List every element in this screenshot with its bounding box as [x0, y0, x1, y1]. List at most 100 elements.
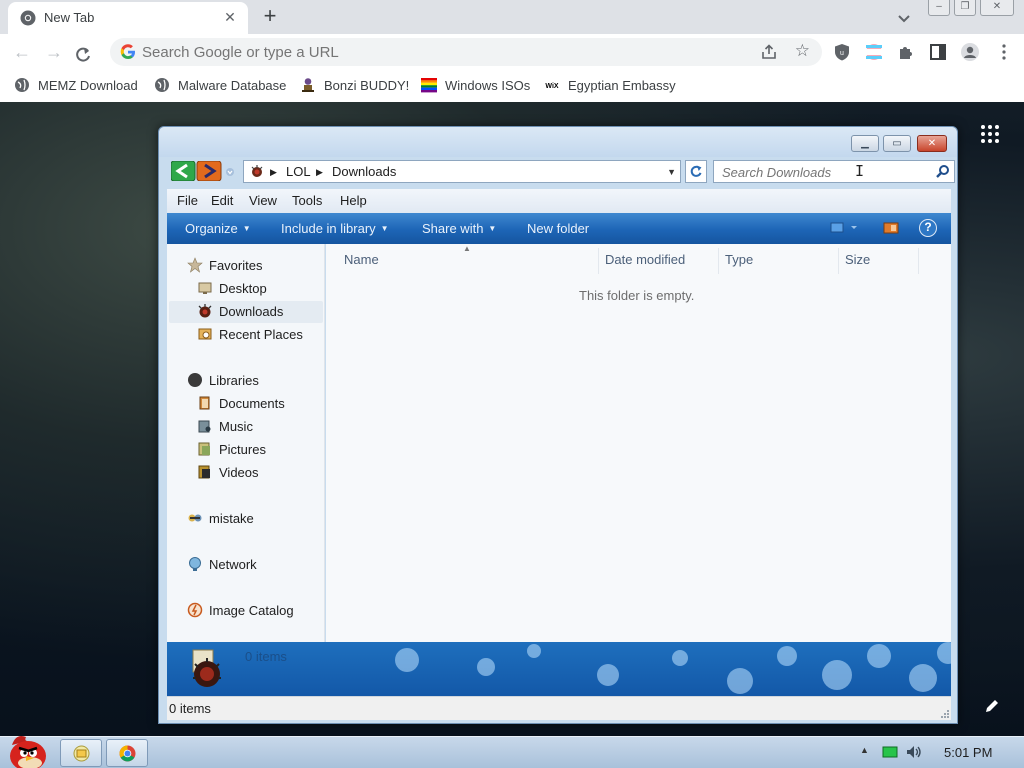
address-row: ▶ LOL ▶ Downloads ▼ I: [167, 157, 955, 187]
breadcrumb-separator-icon[interactable]: ▶: [270, 164, 277, 180]
menu-file[interactable]: File: [177, 193, 198, 208]
share-icon[interactable]: [760, 43, 778, 61]
extensions-puzzle-icon[interactable]: [896, 42, 916, 62]
column-divider[interactable]: [598, 248, 599, 274]
nav-network[interactable]: Network: [187, 554, 257, 574]
column-divider[interactable]: [838, 248, 839, 274]
nav-homegroup-mistake[interactable]: mistake: [187, 508, 254, 528]
reload-icon[interactable]: [74, 46, 92, 64]
file-list[interactable]: ▲ Name Date modified Type Size This fold…: [326, 244, 951, 642]
nav-label: mistake: [209, 510, 254, 526]
bookmark-memz-download[interactable]: MEMZ Download: [14, 76, 138, 94]
nav-music[interactable]: Music: [197, 416, 253, 436]
nav-documents[interactable]: Documents: [197, 393, 285, 413]
nav-label: Network: [209, 556, 257, 572]
browser-close-button[interactable]: ✕: [980, 0, 1014, 16]
nav-label: Image Catalog: [209, 602, 294, 618]
bookmark-label: MEMZ Download: [38, 77, 138, 93]
organize-button[interactable]: Organize ▼: [185, 221, 251, 236]
bookmark-windows-isos[interactable]: Windows ISOs: [421, 76, 530, 94]
back-forward-buttons[interactable]: [171, 161, 223, 181]
nav-label: Music: [219, 418, 253, 434]
search-icon[interactable]: [935, 164, 950, 179]
address-bar[interactable]: ▶ LOL ▶ Downloads ▼: [243, 160, 681, 183]
tab-search-chevron-icon[interactable]: [894, 8, 914, 28]
tab-close-icon[interactable]: ✕: [222, 9, 238, 25]
minimize-button[interactable]: ▁: [851, 135, 879, 152]
new-tab-button[interactable]: +: [258, 5, 282, 29]
nav-favorites[interactable]: Favorites: [187, 255, 262, 275]
text-cursor-icon: I: [855, 162, 865, 180]
angry-bird-start-orb[interactable]: [2, 731, 50, 768]
menu-view[interactable]: View: [249, 193, 277, 208]
dropdown-caret-icon: ▼: [242, 224, 251, 233]
new-folder-button[interactable]: New folder: [527, 221, 589, 236]
preview-pane-icon[interactable]: [882, 221, 900, 235]
column-header-size[interactable]: Size: [845, 252, 870, 272]
bubble-decoration: [527, 644, 541, 658]
share-with-button[interactable]: Share with ▼: [422, 221, 496, 236]
browser-minimize-button[interactable]: –: [928, 0, 950, 16]
browser-menu-icon[interactable]: [994, 42, 1014, 62]
refresh-button[interactable]: [685, 160, 707, 183]
bookmark-bonzi-buddy[interactable]: Bonzi BUDDY!: [300, 76, 409, 94]
nav-libraries[interactable]: Libraries: [187, 370, 259, 390]
show-hidden-icons-icon[interactable]: ▲: [860, 745, 869, 755]
nav-pictures[interactable]: Pictures: [197, 439, 266, 459]
omnibox[interactable]: ☆: [110, 38, 822, 66]
omnibox-input[interactable]: [142, 42, 742, 62]
clock[interactable]: 5:01 PM: [944, 745, 992, 760]
include-in-library-button[interactable]: Include in library ▼: [281, 221, 389, 236]
search-input[interactable]: [722, 164, 922, 180]
resize-grip-icon[interactable]: [941, 710, 949, 718]
close-button[interactable]: ✕: [917, 135, 947, 152]
nav-downloads[interactable]: Downloads: [197, 301, 283, 321]
breadcrumb-lol[interactable]: LOL: [286, 164, 311, 180]
column-header-date-modified[interactable]: Date modified: [605, 252, 685, 272]
nav-recent-places[interactable]: Recent Places: [197, 324, 303, 344]
maximize-button[interactable]: ▭: [883, 135, 911, 152]
rainbow-flag-icon: [421, 78, 437, 93]
address-dropdown-icon[interactable]: ▼: [667, 164, 676, 180]
side-panel-icon[interactable]: [928, 42, 948, 62]
tab-new-tab[interactable]: New Tab ✕: [8, 2, 248, 34]
breadcrumb-separator-icon[interactable]: ▶: [316, 164, 323, 180]
help-icon[interactable]: ?: [919, 219, 937, 237]
menu-help[interactable]: Help: [340, 193, 367, 208]
column-divider[interactable]: [718, 248, 719, 274]
menu-tools[interactable]: Tools: [292, 193, 322, 208]
bookmark-malware-database[interactable]: Malware Database: [154, 76, 286, 94]
taskbar-chrome-button[interactable]: [106, 739, 148, 767]
nav-desktop[interactable]: Desktop: [197, 278, 267, 298]
view-options-icon[interactable]: [829, 221, 859, 235]
ublock-shield-icon[interactable]: u: [832, 42, 852, 62]
flag-extension-icon[interactable]: [864, 42, 884, 62]
recent-pages-dropdown-icon[interactable]: [225, 167, 235, 177]
browser-toolbar: ← → ☆ u: [0, 34, 1024, 70]
tab-title: New Tab: [44, 10, 95, 25]
explorer-titlebar[interactable]: ▁ ▭ ✕: [159, 127, 957, 157]
search-box[interactable]: [713, 160, 955, 183]
nav-image-catalog[interactable]: Image Catalog: [187, 600, 294, 620]
column-header-name[interactable]: Name: [344, 252, 379, 272]
back-button[interactable]: ←: [10, 40, 34, 64]
taskbar-explorer-button[interactable]: [60, 739, 102, 767]
column-divider[interactable]: [918, 248, 919, 274]
bubble-decoration: [937, 642, 951, 664]
network-tray-icon[interactable]: [882, 745, 898, 759]
profile-avatar-icon[interactable]: [960, 42, 980, 62]
column-header-type[interactable]: Type: [725, 252, 753, 272]
volume-icon[interactable]: [905, 744, 923, 760]
apps-grid-icon[interactable]: [980, 124, 1000, 144]
forward-button[interactable]: →: [42, 40, 66, 64]
nav-videos[interactable]: Videos: [197, 462, 259, 482]
browser-restore-button[interactable]: ❐: [954, 0, 976, 16]
pencil-edit-icon[interactable]: [984, 698, 1000, 714]
bookmark-star-icon[interactable]: ☆: [795, 41, 810, 61]
breadcrumb-downloads[interactable]: Downloads: [332, 164, 396, 180]
menu-edit[interactable]: Edit: [211, 193, 233, 208]
bubble-decoration: [867, 644, 891, 668]
bookmark-egyptian-embassy[interactable]: WiX Egyptian Embassy: [544, 76, 675, 94]
google-g-icon: [120, 44, 135, 59]
bookmark-label: Windows ISOs: [445, 77, 531, 93]
